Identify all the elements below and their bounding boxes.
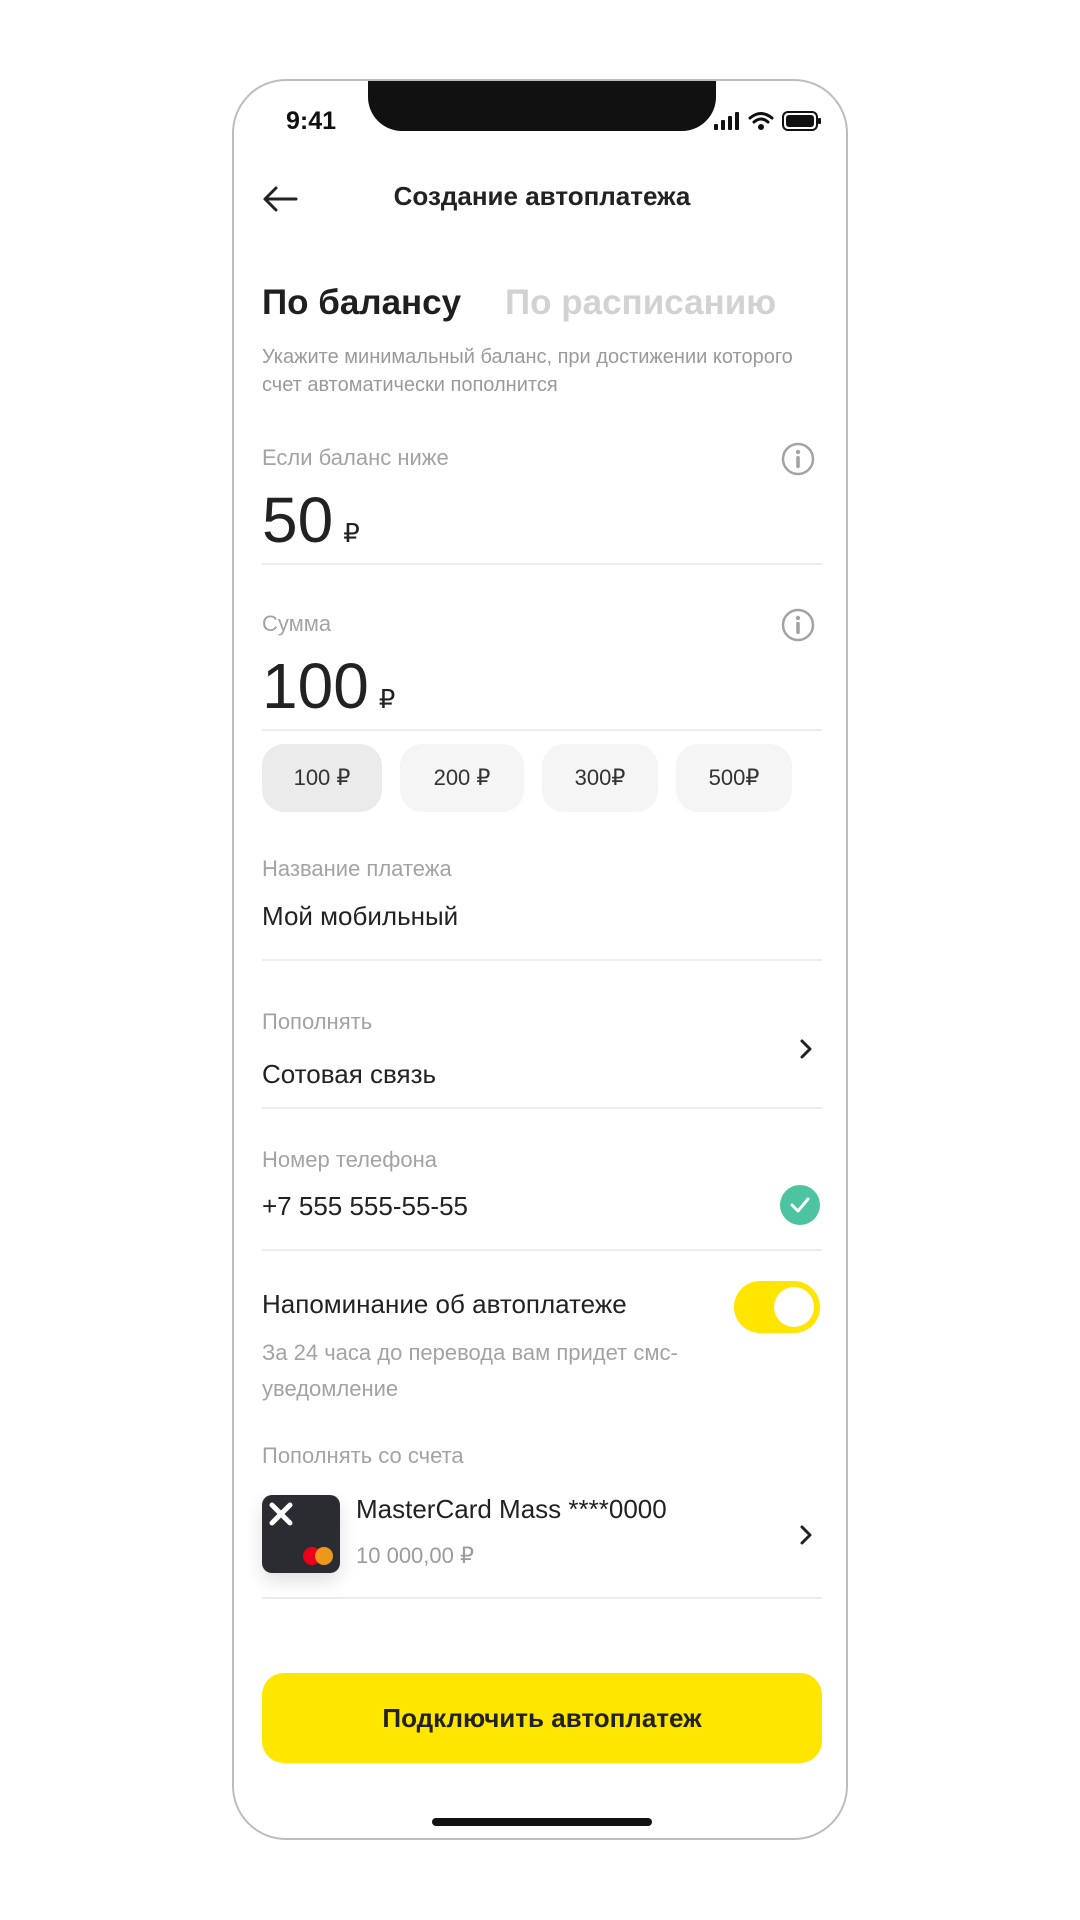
home-indicator <box>432 1818 652 1826</box>
amount-info-icon[interactable] <box>780 607 816 643</box>
reminder-toggle[interactable] <box>734 1281 820 1333</box>
check-circle-icon <box>780 1185 820 1225</box>
reminder-description: За 24 часа до перевода вам придет смс-ув… <box>262 1340 678 1401</box>
wifi-icon <box>748 112 774 130</box>
divider <box>262 1107 822 1109</box>
source-card-name[interactable]: MasterCard Mass ****0000 <box>356 1494 667 1525</box>
payment-name-input[interactable]: Мой мобильный <box>262 901 458 932</box>
status-icons <box>714 111 822 131</box>
amount-currency: ₽ <box>378 684 396 714</box>
divider <box>262 1249 822 1251</box>
page-title: Создание автоплатежа <box>393 181 691 211</box>
top-up-label: Пополнять <box>262 1009 373 1034</box>
divider <box>262 563 822 565</box>
amount-label: Сумма <box>262 611 332 636</box>
amount-chip[interactable]: 300₽ <box>542 744 658 812</box>
tab-by-balance[interactable]: По балансу <box>262 283 461 323</box>
connect-autopay-button[interactable]: Подключить автоплатеж <box>262 1673 822 1763</box>
divider <box>262 729 822 731</box>
amount-chip[interactable]: 200 ₽ <box>400 744 524 812</box>
device-notch <box>368 81 716 131</box>
amount-chips: 100 ₽ 200 ₽ 300₽ 500₽ <box>262 744 792 812</box>
threshold-currency: ₽ <box>343 518 360 548</box>
amount-value: 100 <box>262 650 369 722</box>
phone-input[interactable]: +7 555 555-55-55 <box>262 1191 468 1222</box>
divider <box>262 959 822 961</box>
amount-chip[interactable]: 500₽ <box>676 744 792 812</box>
status-time: 9:41 <box>286 107 337 135</box>
bank-card-icon <box>262 1495 340 1573</box>
tab-by-schedule[interactable]: По расписанию <box>505 283 776 323</box>
amount-input[interactable]: 100 ₽ <box>262 649 395 723</box>
payment-name-label: Название платежа <box>262 856 452 881</box>
chevron-right-icon[interactable] <box>796 1521 816 1549</box>
phone-label: Номер телефона <box>262 1147 437 1172</box>
reminder-title: Напоминание об автоплатеже <box>262 1289 627 1319</box>
phone-frame: 9:41 Создание автоплатежа По балансу По … <box>232 79 848 1840</box>
divider <box>262 1597 822 1599</box>
threshold-value: 50 <box>262 484 334 556</box>
battery-icon <box>782 111 821 131</box>
threshold-label: Если баланс ниже <box>262 445 449 470</box>
signal-icon <box>714 112 739 130</box>
source-label: Пополнять со счета <box>262 1443 464 1468</box>
amount-chip[interactable]: 100 ₽ <box>262 744 382 812</box>
toggle-knob <box>774 1287 814 1327</box>
top-up-select[interactable]: Сотовая связь <box>262 1059 822 1095</box>
threshold-input[interactable]: 50 ₽ <box>262 483 360 557</box>
tab-hint: Укажите минимальный баланс, при достижен… <box>262 346 793 396</box>
threshold-info-icon[interactable] <box>780 441 816 477</box>
source-card-balance: 10 000,00 ₽ <box>356 1543 474 1568</box>
chevron-right-icon[interactable] <box>796 1035 816 1063</box>
